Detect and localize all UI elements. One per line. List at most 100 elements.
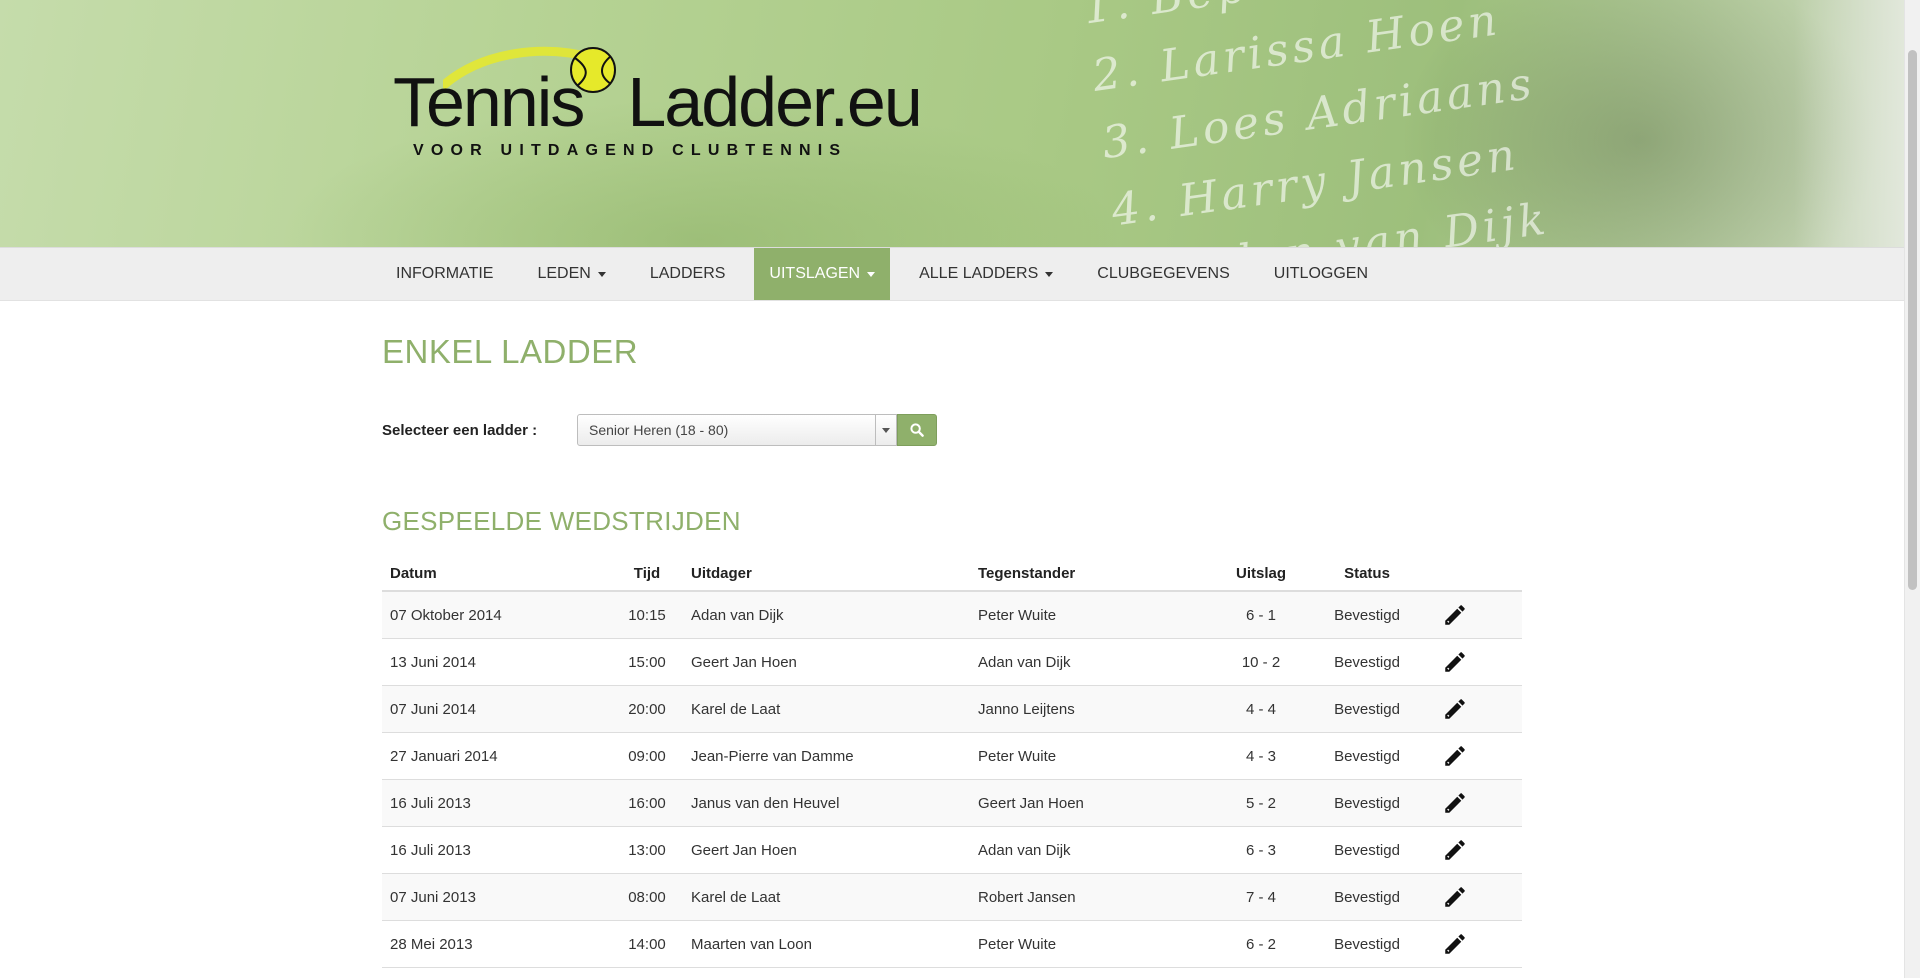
nav-item-uitloggen[interactable]: UITLOGGEN: [1259, 248, 1383, 300]
cell-edit: [1420, 638, 1522, 686]
pencil-icon[interactable]: [1442, 837, 1468, 863]
cell-uitdager: Karel de Laat: [679, 685, 970, 733]
cell-status: Bevestigd: [1314, 920, 1420, 968]
logo-tagline: VOOR UITDAGEND CLUBTENNIS: [413, 142, 848, 159]
header-banner: 1. Bep Slinger 2. Larissa Hoen 3. Loes A…: [0, 0, 1904, 247]
cell-tegenstander: Peter Wuite: [970, 732, 1208, 780]
column-header-datum[interactable]: Datum: [382, 556, 615, 592]
logo-wordmark: Tennis Ladder.eu: [393, 62, 923, 142]
cell-uitslag: 5 - 2: [1208, 779, 1314, 827]
column-header-tegenstander[interactable]: Tegenstander: [970, 556, 1208, 592]
cell-tegenstander: Adan van Dijk: [970, 826, 1208, 874]
nav-item-leden[interactable]: LEDEN: [522, 248, 620, 300]
cell-uitdager: Adan van Dijk: [679, 591, 970, 639]
cell-uitslag: 6 - 2: [1208, 920, 1314, 968]
cell-status: Bevestigd: [1314, 732, 1420, 780]
cell-tegenstander: Robert Jansen: [970, 873, 1208, 921]
cell-tegenstander: Adan van Dijk: [970, 638, 1208, 686]
cell-datum: 07 Oktober 2014: [382, 591, 615, 639]
pencil-icon[interactable]: [1442, 696, 1468, 722]
logo-word-1: Tennis: [393, 63, 585, 141]
pencil-icon[interactable]: [1442, 931, 1468, 957]
cell-tijd: 09:00: [615, 732, 679, 780]
cell-edit: [1420, 732, 1522, 780]
column-header-status[interactable]: Status: [1314, 556, 1420, 592]
pencil-icon[interactable]: [1442, 884, 1468, 910]
table-row: 07 Juni 2014 20:00 Karel de Laat Janno L…: [382, 685, 1522, 733]
column-header-uitslag[interactable]: Uitslag: [1208, 556, 1314, 592]
cell-edit: [1420, 873, 1522, 921]
column-header-uitdager[interactable]: Uitdager: [679, 556, 970, 592]
pencil-icon[interactable]: [1442, 649, 1468, 675]
table-header-row: Datum Tijd Uitdager Tegenstander Uitslag…: [382, 556, 1522, 592]
cell-uitslag: 4 - 3: [1208, 732, 1314, 780]
cell-uitslag: 6 - 3: [1208, 826, 1314, 874]
cell-tijd: 14:00: [615, 920, 679, 968]
table-row: 16 Juli 2013 16:00 Janus van den Heuvel …: [382, 779, 1522, 827]
cell-edit: [1420, 920, 1522, 968]
nav-label: ALLE LADDERS: [919, 265, 1039, 282]
column-header-tijd[interactable]: Tijd: [615, 556, 679, 592]
cell-uitslag: 4 - 4: [1208, 685, 1314, 733]
cell-edit: [1420, 779, 1522, 827]
cell-tijd: 16:00: [615, 779, 679, 827]
cell-status: Bevestigd: [1314, 826, 1420, 874]
logo-word-2: Ladder.eu: [627, 63, 922, 141]
cell-tegenstander: Geert Jan Hoen: [970, 779, 1208, 827]
column-header-edit: [1420, 556, 1522, 592]
page-scrollbar[interactable]: [1904, 0, 1920, 978]
search-button[interactable]: [897, 414, 937, 446]
pencil-icon[interactable]: [1442, 743, 1468, 769]
cell-datum: 07 Juni 2014: [382, 685, 615, 733]
table-row: 16 Juli 2013 13:00 Geert Jan Hoen Adan v…: [382, 826, 1522, 874]
main-navbar: INFORMATIE LEDEN LADDERS UITSLAGEN ALLE …: [0, 247, 1904, 301]
nav-label: LEDEN: [537, 265, 591, 282]
cell-uitdager: Karel de Laat: [679, 873, 970, 921]
cell-uitdager: Geert Jan Hoen: [679, 826, 970, 874]
cell-tijd: 13:00: [615, 826, 679, 874]
matches-table: Datum Tijd Uitdager Tegenstander Uitslag…: [382, 556, 1522, 968]
cell-datum: 16 Juli 2013: [382, 826, 615, 874]
nav-label: LADDERS: [649, 265, 726, 282]
select-dropdown-toggle[interactable]: [875, 415, 896, 445]
cell-tegenstander: Janno Leijtens: [970, 685, 1208, 733]
cell-uitslag: 7 - 4: [1208, 873, 1314, 921]
cell-uitdager: Janus van den Heuvel: [679, 779, 970, 827]
ladder-select-label: Selecteer een ladder :: [382, 422, 538, 439]
table-row: 27 Januari 2014 09:00 Jean-Pierre van Da…: [382, 732, 1522, 780]
banner-fade: [1794, 0, 1904, 247]
ladder-select[interactable]: Senior Heren (18 - 80): [577, 414, 897, 446]
nav-item-informatie[interactable]: INFORMATIE: [381, 248, 508, 300]
nav-item-uitslagen[interactable]: UITSLAGEN: [754, 248, 891, 300]
nav-item-ladders[interactable]: LADDERS: [635, 248, 741, 300]
nav-item-clubgegevens[interactable]: CLUBGEGEVENS: [1082, 248, 1244, 300]
cell-uitdager: Geert Jan Hoen: [679, 638, 970, 686]
cell-datum: 27 Januari 2014: [382, 732, 615, 780]
table-row: 07 Oktober 2014 10:15 Adan van Dijk Pete…: [382, 591, 1522, 639]
cell-status: Bevestigd: [1314, 591, 1420, 639]
ladder-select-value: Senior Heren (18 - 80): [589, 422, 729, 438]
cell-status: Bevestigd: [1314, 638, 1420, 686]
cell-tijd: 10:15: [615, 591, 679, 639]
page-title: ENKEL LADDER: [382, 333, 639, 370]
main-nav: INFORMATIE LEDEN LADDERS UITSLAGEN ALLE …: [381, 248, 1397, 300]
table-row: 28 Mei 2013 14:00 Maarten van Loon Peter…: [382, 920, 1522, 968]
cell-uitslag: 6 - 1: [1208, 591, 1314, 639]
nav-item-alle-ladders[interactable]: ALLE LADDERS: [904, 248, 1068, 300]
site-logo[interactable]: Tennis Ladder.eu VOOR UITDAGEND CLUBTENNI…: [393, 44, 923, 174]
cell-tijd: 20:00: [615, 685, 679, 733]
caret-down-icon: [867, 271, 876, 277]
cell-datum: 07 Juni 2013: [382, 873, 615, 921]
nav-label: CLUBGEGEVENS: [1097, 265, 1230, 282]
cell-datum: 13 Juni 2014: [382, 638, 615, 686]
cell-datum: 28 Mei 2013: [382, 920, 615, 968]
pencil-icon[interactable]: [1442, 790, 1468, 816]
cell-uitdager: Maarten van Loon: [679, 920, 970, 968]
cell-edit: [1420, 591, 1522, 639]
scrollbar-thumb[interactable]: [1908, 50, 1917, 590]
pencil-icon[interactable]: [1442, 602, 1468, 628]
cell-status: Bevestigd: [1314, 685, 1420, 733]
caret-down-icon: [1045, 271, 1054, 277]
cell-uitdager: Jean-Pierre van Damme: [679, 732, 970, 780]
chalkboard-ranking: 1. Bep Slinger 2. Larissa Hoen 3. Loes A…: [1080, 0, 1560, 247]
